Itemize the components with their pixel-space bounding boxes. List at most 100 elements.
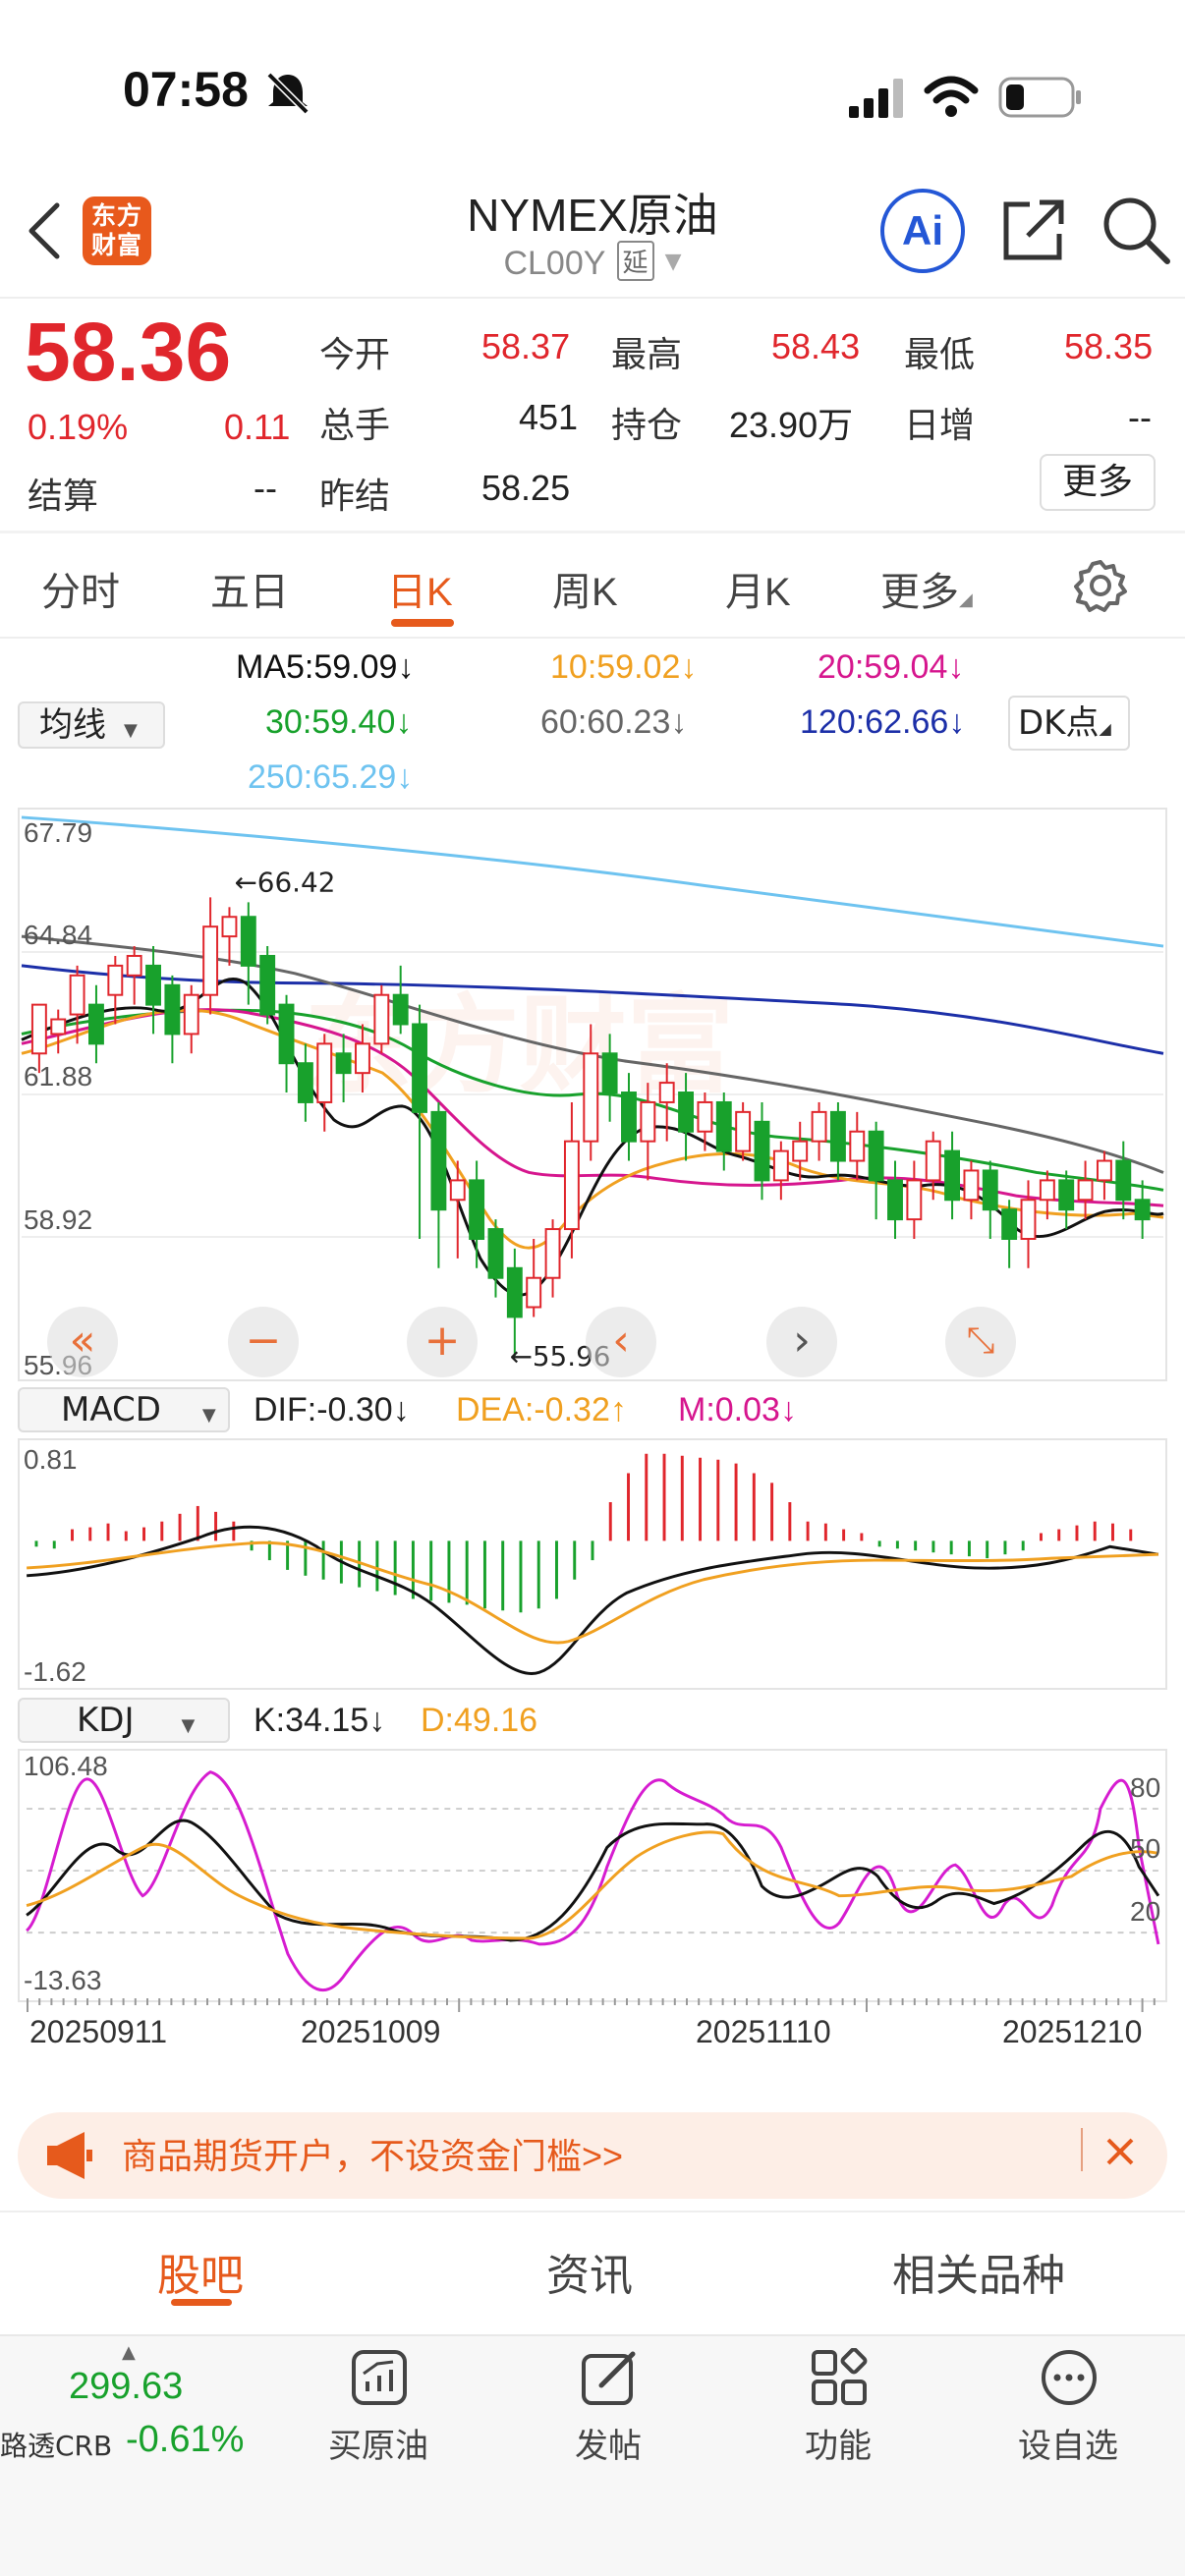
wifi-icon	[924, 76, 979, 117]
candle-body	[1039, 1179, 1055, 1202]
search-icon[interactable]	[1100, 195, 1171, 265]
last-price: 58.36	[25, 306, 232, 398]
candle-body	[278, 1003, 295, 1065]
crb-index-value[interactable]: 299.63	[69, 2366, 183, 2408]
ma-selector[interactable]: 均线 ▼	[18, 701, 165, 749]
quote-divider	[0, 531, 1185, 533]
candle-body	[469, 1179, 485, 1240]
candle-body	[697, 1100, 713, 1133]
candle-body	[792, 1140, 809, 1162]
macd-selector-label: MACD	[61, 1390, 161, 1429]
edit-icon[interactable]	[580, 2348, 639, 2407]
kdj-y-max: 106.48	[24, 1751, 108, 1781]
bell-muted-icon	[266, 72, 310, 114]
status-time: 07:58	[123, 62, 249, 117]
kdj-y-min: -13.63	[24, 1965, 102, 1995]
tab-daily-k[interactable]: 日K	[387, 560, 453, 617]
dk-point-button[interactable]: DK点◢	[1008, 696, 1130, 751]
candle-body	[126, 954, 142, 977]
candle-body	[1001, 1208, 1018, 1240]
tab-related[interactable]: 相关品种	[892, 2240, 1065, 2303]
candle-body	[430, 1110, 447, 1211]
candle-body	[925, 1140, 941, 1182]
macd-y-min: -1.62	[24, 1656, 86, 1687]
prev-settlement-label: 昨结	[319, 476, 391, 516]
scroll-left-button[interactable]: ‹	[586, 1307, 656, 1377]
ma5-value: MA5:59.09↓	[236, 648, 415, 686]
kline-chart[interactable]: 东方财富 ←66.42 ←55.96	[18, 808, 1167, 1381]
candle-body	[658, 1082, 675, 1103]
date-label-3: 20251110	[696, 2014, 831, 2049]
candle-body	[829, 1110, 846, 1162]
candle-body	[735, 1110, 752, 1152]
candle-body	[544, 1228, 561, 1279]
delay-tag: 延	[616, 241, 654, 281]
ma60-value: 60:60.23↓	[540, 703, 688, 741]
change-value: 0.11	[224, 407, 291, 447]
kdj-r-20: 20	[1130, 1896, 1161, 1927]
dk-point-label: DK点	[1018, 703, 1100, 743]
tab-forum[interactable]: 股吧	[157, 2240, 244, 2303]
candle-body	[1020, 1199, 1037, 1240]
kdj-selector[interactable]: KDJ ▼	[18, 1698, 230, 1743]
chevron-down-icon[interactable]: ▼	[665, 250, 682, 274]
dropdown-arrow-icon: ▼	[181, 1715, 196, 1736]
candle-body	[849, 1130, 866, 1162]
tab-intraday[interactable]: 分时	[41, 560, 120, 617]
tab-news[interactable]: 资讯	[546, 2240, 633, 2303]
low-value: 58.35	[1064, 326, 1154, 366]
caret-up-icon: ▲	[122, 2342, 136, 2363]
share-icon[interactable]	[1000, 196, 1067, 263]
scroll-right-button[interactable]: ›	[766, 1307, 837, 1377]
kdj-k-line	[26, 1819, 1160, 1942]
kdj-r-80: 80	[1130, 1772, 1161, 1803]
fullscreen-icon[interactable]: ⤡	[945, 1307, 1016, 1377]
ma30-value: 30:59.40↓	[265, 703, 413, 741]
post-button[interactable]: 发帖	[535, 2419, 682, 2467]
open-label: 今开	[319, 334, 391, 374]
zoom-in-button[interactable]: +	[407, 1307, 478, 1377]
date-label-2: 20251009	[301, 2014, 441, 2049]
open-interest-label: 持仓	[611, 405, 683, 445]
instrument-code: CL00Y	[503, 245, 606, 282]
candle-body	[678, 1092, 695, 1133]
ma250-value: 250:65.29↓	[248, 758, 414, 796]
functions-button[interactable]: 功能	[764, 2419, 912, 2467]
add-watchlist-button[interactable]: 设自选	[994, 2419, 1142, 2467]
candle-body	[202, 925, 219, 996]
candle-body	[887, 1179, 903, 1221]
candle-body	[963, 1169, 980, 1202]
zoom-out-button[interactable]: −	[228, 1307, 299, 1377]
high-label: 最高	[611, 334, 683, 374]
buy-chart-icon[interactable]	[350, 2348, 409, 2407]
crb-index-change: -0.61%	[126, 2419, 245, 2460]
gear-icon[interactable]	[1073, 558, 1128, 613]
y-label-3: 61.88	[24, 1061, 93, 1092]
candle-body	[30, 1003, 47, 1055]
scroll-left-fast-button[interactable]: «	[47, 1307, 118, 1377]
macd-histogram	[34, 1453, 1133, 1613]
tab-five-day[interactable]: 五日	[210, 560, 289, 617]
more-dots-icon[interactable]	[1040, 2348, 1099, 2407]
tab-weekly-k[interactable]: 周K	[552, 560, 618, 617]
close-icon[interactable]	[1104, 2136, 1136, 2167]
macd-selector[interactable]: MACD ▼	[18, 1387, 230, 1432]
high-marker-value: 66.42	[257, 866, 336, 898]
candle-body	[487, 1228, 504, 1279]
candle-body	[583, 1052, 599, 1143]
promo-text[interactable]: 商品期货开户，不设资金门槛>>	[122, 2128, 623, 2179]
y-label-4: 58.92	[24, 1204, 93, 1235]
tab-more[interactable]: 更多◢	[880, 560, 973, 617]
buy-oil-button[interactable]: 买原油	[305, 2419, 452, 2467]
open-interest-value: 23.90万	[729, 405, 854, 445]
high-value: 58.43	[771, 326, 861, 366]
more-button[interactable]: 更多	[1040, 454, 1156, 511]
candle-body	[1096, 1159, 1112, 1182]
header-divider	[0, 297, 1185, 299]
macd-dea: DEA:-0.32↑	[456, 1391, 627, 1428]
grid-icon[interactable]	[810, 2348, 869, 2407]
ai-button[interactable]: Ai	[880, 189, 965, 273]
kdj-d-line	[26, 1830, 1159, 1940]
change-percent: 0.19%	[28, 407, 129, 447]
tab-monthly-k[interactable]: 月K	[725, 560, 791, 617]
